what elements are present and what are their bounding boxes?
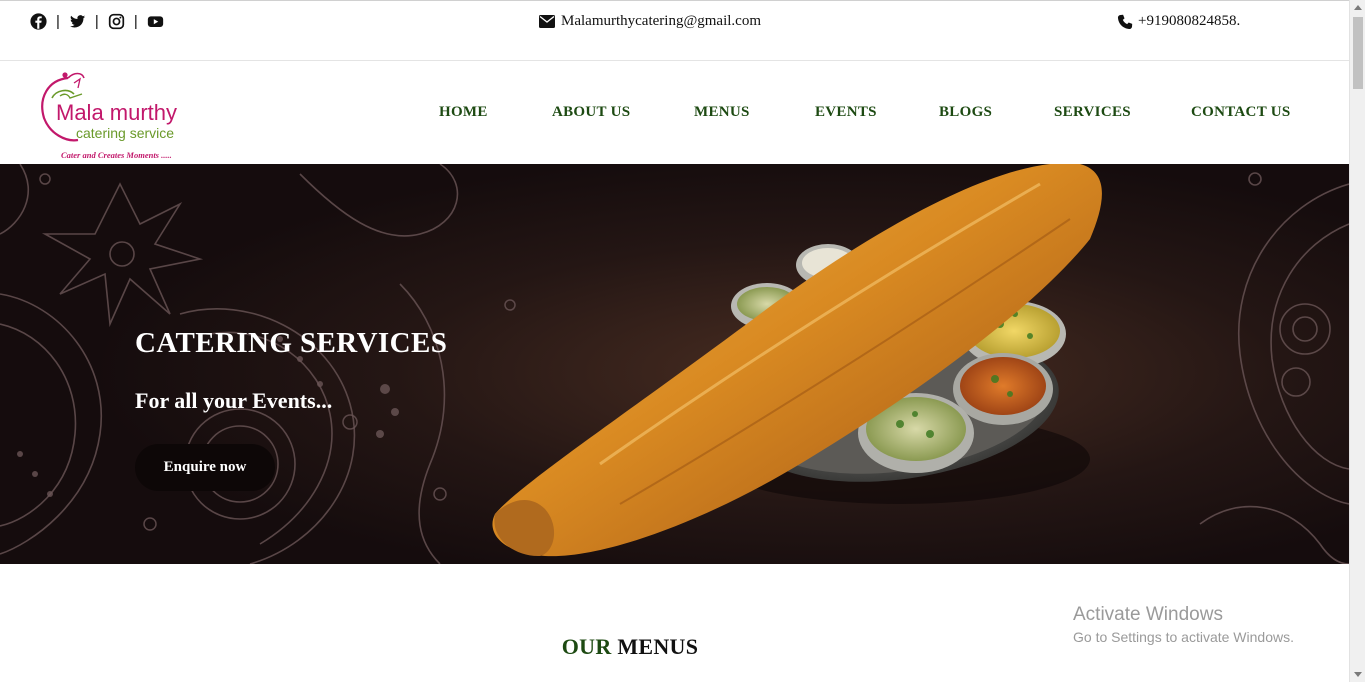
twitter-icon[interactable]: [69, 13, 86, 30]
enquire-now-button[interactable]: Enquire now: [135, 444, 275, 491]
site-header: Mala murthy catering service Cater and C…: [0, 62, 1349, 164]
nav-home[interactable]: HOME: [439, 104, 488, 121]
heading-dark-part: MENUS: [617, 634, 699, 659]
nav-menus[interactable]: MENUS: [694, 104, 750, 121]
top-info-bar: | | | Malamurthycatering@gmail.com +9190…: [0, 0, 1349, 61]
social-links: | | |: [30, 13, 164, 30]
activate-windows-watermark: Activate Windows Go to Settings to activ…: [1073, 604, 1294, 645]
hero-title: CATERING SERVICES: [135, 327, 448, 359]
main-nav: HOME ABOUT US MENUS EVENTS BLOGS SERVICE…: [0, 104, 1349, 124]
phone-text[interactable]: +919080824858.: [1138, 13, 1240, 30]
nav-events[interactable]: EVENTS: [815, 104, 877, 121]
facebook-icon[interactable]: [30, 13, 47, 30]
email-contact[interactable]: Malamurthycatering@gmail.com: [539, 13, 761, 30]
watermark-title: Activate Windows: [1073, 604, 1223, 625]
phone-contact[interactable]: +919080824858.: [1117, 13, 1240, 30]
separator: |: [94, 13, 99, 30]
nav-about-us[interactable]: ABOUT US: [552, 104, 630, 121]
our-menus-heading: OUR MENUS: [0, 634, 1260, 660]
separator: |: [133, 13, 138, 30]
heading-green-part: OUR: [561, 634, 612, 659]
hero-background-image: [0, 164, 1349, 564]
scroll-down-arrow-icon[interactable]: [1354, 672, 1362, 677]
hero-subtitle: For all your Events...: [135, 388, 333, 413]
nav-contact-us[interactable]: CONTACT US: [1191, 104, 1291, 121]
nav-services[interactable]: SERVICES: [1054, 104, 1131, 121]
nav-blogs[interactable]: BLOGS: [939, 104, 992, 121]
page-scrollbar[interactable]: [1349, 0, 1365, 682]
instagram-icon[interactable]: [108, 13, 125, 30]
envelope-icon: [539, 15, 555, 28]
watermark-subtitle: Go to Settings to activate Windows.: [1073, 629, 1294, 645]
scrollbar-thumb[interactable]: [1353, 17, 1363, 89]
separator: |: [56, 13, 60, 30]
scroll-up-arrow-icon[interactable]: [1354, 5, 1362, 10]
youtube-icon[interactable]: [147, 13, 164, 30]
phone-icon: [1117, 14, 1133, 29]
logo-tagline: Cater and Creates Moments .....: [61, 150, 172, 160]
email-text[interactable]: Malamurthycatering@gmail.com: [561, 13, 761, 30]
logo-line2: catering service: [76, 125, 174, 141]
hero-banner: CATERING SERVICES For all your Events...…: [0, 164, 1349, 564]
